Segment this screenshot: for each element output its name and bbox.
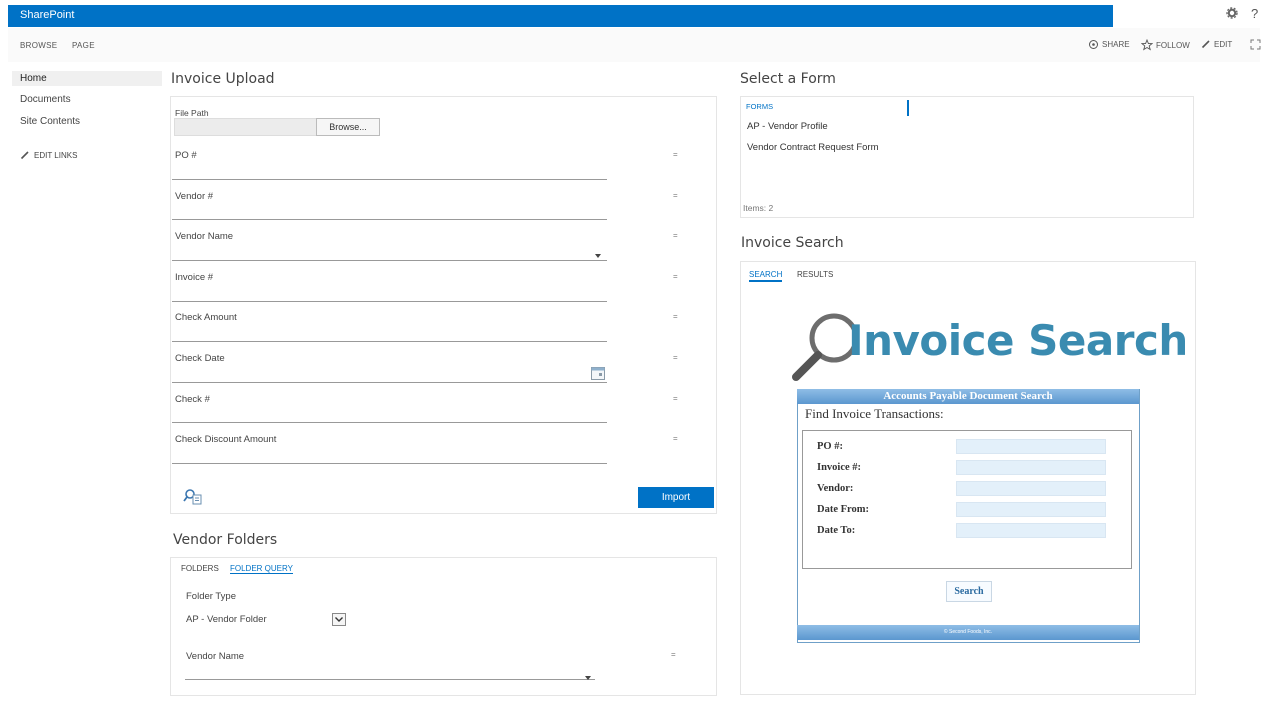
nav-item-documents[interactable]: Documents xyxy=(20,94,71,105)
vendor-folders-title: Vendor Folders xyxy=(173,532,278,548)
check-date-label: Check Date xyxy=(175,353,225,364)
vendor-input[interactable] xyxy=(956,481,1106,496)
focus-icon[interactable] xyxy=(1250,39,1261,50)
invoice-search-title: Invoice Search xyxy=(741,235,844,251)
vendor-number-input[interactable] xyxy=(172,219,607,220)
file-path-input[interactable] xyxy=(174,118,318,136)
field-marker: = xyxy=(673,191,678,200)
share-button[interactable]: SHARE xyxy=(1088,39,1130,50)
app-title[interactable]: SharePoint xyxy=(20,9,74,21)
invoice-number-label: Invoice # xyxy=(175,272,214,283)
select-form-title: Select a Form xyxy=(740,71,836,87)
folder-type-dropdown[interactable] xyxy=(332,613,346,631)
edit-links-link[interactable]: EDIT LINKS xyxy=(20,150,77,160)
invoice-label: Invoice #: xyxy=(817,462,862,473)
vendor-name-label: Vendor Name xyxy=(175,231,234,242)
tab-results[interactable]: RESULTS xyxy=(797,270,833,279)
invoice-search-logo: Invoice Search xyxy=(848,316,1188,365)
folder-type-label: Folder Type xyxy=(186,591,236,602)
browse-button[interactable]: Browse... xyxy=(316,118,380,136)
check-amount-input[interactable] xyxy=(172,341,607,342)
ap-search-footer: © Second Foods, Inc. xyxy=(797,625,1139,640)
tab-search[interactable]: SEARCH xyxy=(749,270,783,282)
tab-browse[interactable]: BROWSE xyxy=(20,41,57,50)
ap-search-subtitle: Find Invoice Transactions: xyxy=(805,406,944,421)
invoice-number-input[interactable] xyxy=(172,301,607,302)
date-to-input[interactable] xyxy=(956,523,1106,538)
follow-label: FOLLOW xyxy=(1156,40,1190,50)
tab-folder-query[interactable]: FOLDER QUERY xyxy=(230,564,293,574)
date-from-input[interactable] xyxy=(956,502,1106,517)
vendor-name-label: Vendor Name xyxy=(186,651,245,662)
invoice-input[interactable] xyxy=(956,460,1106,475)
forms-header: FORMS xyxy=(746,102,774,111)
ap-search-header: Accounts Payable Document Search xyxy=(797,389,1139,404)
upload-search-icon[interactable] xyxy=(183,486,203,511)
field-marker: = xyxy=(673,272,678,281)
dropdown-arrow-icon[interactable] xyxy=(594,246,602,264)
invoice-upload-title: Invoice Upload xyxy=(171,71,275,87)
date-to-label: Date To: xyxy=(817,525,856,536)
po-number-input[interactable] xyxy=(172,179,607,180)
vendor-label: Vendor: xyxy=(817,483,854,494)
file-path-label: File Path xyxy=(175,108,209,118)
follow-button[interactable]: FOLLOW xyxy=(1141,39,1190,51)
nav-item-label: Home xyxy=(20,73,47,84)
field-marker: = xyxy=(673,394,678,403)
check-discount-amount-input[interactable] xyxy=(172,463,607,464)
ribbon: BROWSE PAGE SHARE FOLLOW EDIT xyxy=(8,28,1261,62)
field-marker: = xyxy=(673,150,678,159)
check-discount-amount-label: Check Discount Amount xyxy=(175,434,277,445)
pencil-icon xyxy=(1201,40,1210,49)
vendor-name-input[interactable] xyxy=(185,679,595,680)
edit-links-label: EDIT LINKS xyxy=(34,150,78,160)
column-resize-handle[interactable] xyxy=(907,100,909,116)
share-icon xyxy=(1089,40,1098,49)
select-form-panel xyxy=(740,96,1194,218)
item-count: Items: 2 xyxy=(743,203,774,213)
tab-folders[interactable]: FOLDERS xyxy=(181,564,219,573)
dropdown-arrow-icon[interactable] xyxy=(584,668,592,686)
import-button[interactable]: Import xyxy=(638,487,714,508)
form-link-ap-vendor-profile[interactable]: AP - Vendor Profile xyxy=(747,121,828,132)
vendor-folders-panel xyxy=(170,557,717,696)
vendor-number-label: Vendor # xyxy=(175,191,214,202)
field-marker: = xyxy=(671,650,676,659)
vendor-name-input[interactable] xyxy=(172,260,607,261)
nav-item-site-contents[interactable]: Site Contents xyxy=(20,116,80,127)
pencil-icon xyxy=(20,151,29,160)
field-marker: = xyxy=(673,312,678,321)
suite-bar: SharePoint xyxy=(8,5,1113,27)
check-number-label: Check # xyxy=(175,394,210,405)
po-number-label: PO # xyxy=(175,150,197,161)
edit-label: EDIT xyxy=(1214,39,1233,49)
po-input[interactable] xyxy=(956,439,1106,454)
check-amount-label: Check Amount xyxy=(175,312,237,323)
gear-icon[interactable] xyxy=(1226,7,1238,22)
field-marker: = xyxy=(673,353,678,362)
edit-button[interactable]: EDIT xyxy=(1201,39,1232,49)
field-marker: = xyxy=(673,231,678,240)
folder-type-value: AP - Vendor Folder xyxy=(186,614,267,625)
share-label: SHARE xyxy=(1102,40,1130,49)
search-button[interactable]: Search xyxy=(946,581,992,602)
field-marker: = xyxy=(673,434,678,443)
date-from-label: Date From: xyxy=(817,504,869,515)
nav-item-home[interactable]: Home xyxy=(12,71,162,86)
help-icon[interactable]: ? xyxy=(1251,6,1258,21)
invoice-upload-panel xyxy=(170,96,717,514)
calendar-icon[interactable] xyxy=(591,367,605,385)
check-number-input[interactable] xyxy=(172,422,607,423)
tab-page[interactable]: PAGE xyxy=(72,41,95,50)
check-date-input[interactable] xyxy=(172,382,607,383)
form-link-vendor-contract-request[interactable]: Vendor Contract Request Form xyxy=(747,142,878,153)
po-label: PO #: xyxy=(817,441,843,452)
star-icon xyxy=(1141,39,1153,51)
